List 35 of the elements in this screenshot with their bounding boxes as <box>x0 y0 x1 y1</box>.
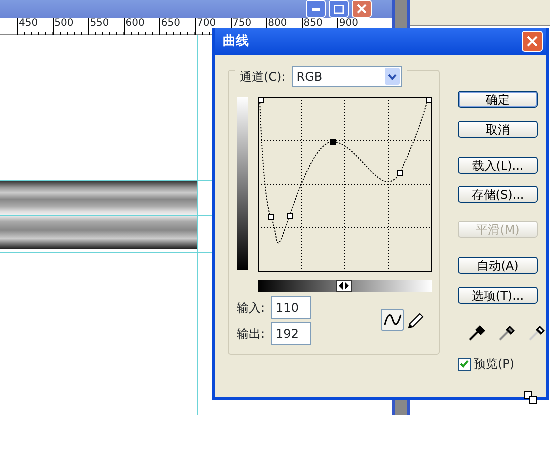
input-field[interactable]: 110 <box>271 296 312 319</box>
dialog-button[interactable]: 取消 <box>458 121 538 138</box>
ruler-label: 550 <box>88 18 124 35</box>
eyedropper-icon[interactable] <box>528 325 546 341</box>
close-icon <box>527 36 538 47</box>
gradient-toggle[interactable] <box>336 280 352 292</box>
dialog-button[interactable]: 存储(S)... <box>458 186 538 203</box>
close-button[interactable] <box>522 31 543 52</box>
output-field[interactable]: 192 <box>271 322 312 345</box>
input-label: 输入: <box>237 300 266 316</box>
eyedropper-icon[interactable] <box>468 325 486 341</box>
dialog-button[interactable]: 载入(L)... <box>458 157 538 174</box>
channel-label: 通道(C): <box>240 68 286 86</box>
output-label: 输出: <box>237 326 266 342</box>
close-icon <box>357 4 367 14</box>
minimize-icon <box>312 8 320 10</box>
resize-icon[interactable] <box>524 391 537 404</box>
minimize-button[interactable] <box>306 0 326 18</box>
channel-dropdown[interactable]: RGB <box>292 66 402 87</box>
preview-label: 预览(P) <box>474 356 515 373</box>
curve-graph[interactable] <box>258 97 432 272</box>
dialog-button[interactable]: 自动(A) <box>458 257 538 274</box>
curve-tool-button[interactable] <box>381 309 404 331</box>
eyedropper-icon[interactable] <box>498 325 516 341</box>
preview-checkbox[interactable] <box>458 358 471 370</box>
maximize-button[interactable] <box>329 0 349 18</box>
dialog-button[interactable]: 选项(T)... <box>458 287 538 304</box>
ruler-label: 450 <box>17 18 53 35</box>
maximize-icon <box>334 4 344 14</box>
dialog-button[interactable]: 确定 <box>458 91 538 108</box>
caret-icon <box>388 74 397 80</box>
ruler-label: 600 <box>124 18 160 35</box>
dialog-title: 曲线 <box>223 32 249 51</box>
close-button[interactable] <box>352 0 372 18</box>
ruler-label: 650 <box>159 18 195 35</box>
